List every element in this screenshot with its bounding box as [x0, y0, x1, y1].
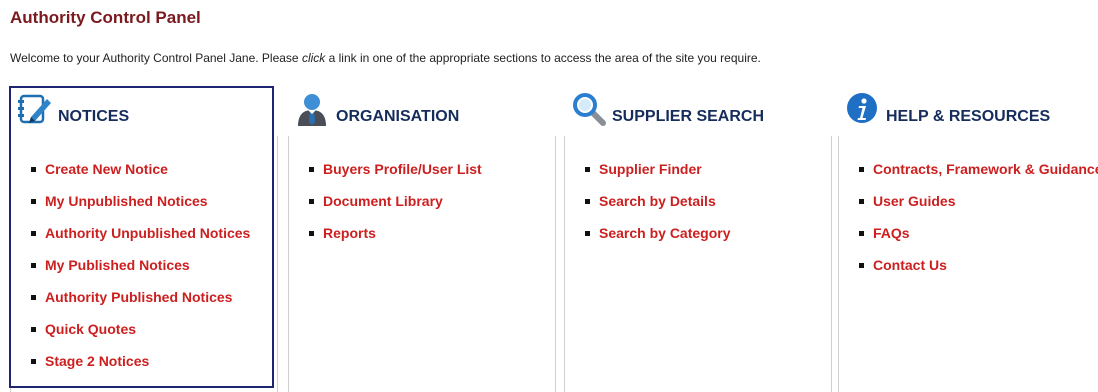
section-header-organisation: ORGANISATION — [288, 86, 556, 136]
link-list-organisation: Buyers Profile/User List Document Librar… — [289, 136, 555, 244]
list-item: FAQs — [857, 222, 1098, 244]
link-reports[interactable]: Reports — [323, 225, 376, 241]
links-panel-organisation: Buyers Profile/User List Document Librar… — [288, 136, 556, 392]
welcome-text-end: a link in one of the appropriate section… — [325, 51, 761, 65]
list-item: User Guides — [857, 190, 1098, 212]
list-item: Contact Us — [857, 254, 1098, 276]
section-header-help-resources: HELP & RESOURCES — [838, 86, 1098, 136]
link-contracts-framework-guidance[interactable]: Contracts, Framework & Guidance — [873, 161, 1098, 177]
welcome-message: Welcome to your Authority Control Panel … — [10, 51, 761, 65]
section-header-supplier-search: SUPPLIER SEARCH — [564, 86, 832, 136]
section-title-supplier-search: SUPPLIER SEARCH — [612, 108, 765, 125]
link-faqs[interactable]: FAQs — [873, 225, 910, 241]
list-item: Search by Category — [583, 222, 834, 244]
link-contact-us[interactable]: Contact Us — [873, 257, 947, 273]
links-panel-help-resources: Contracts, Framework & Guidance User Gui… — [838, 136, 1098, 392]
list-item: Buyers Profile/User List — [307, 158, 558, 180]
list-item: Contracts, Framework & Guidance — [857, 158, 1098, 180]
link-search-by-details[interactable]: Search by Details — [599, 193, 716, 209]
person-icon — [296, 92, 330, 126]
section-organisation: ORGANISATION Buyers Profile/User List Do… — [288, 86, 556, 392]
section-help-resources: HELP & RESOURCES Contracts, Framework & … — [838, 86, 1098, 392]
list-item: Search by Details — [583, 190, 834, 212]
magnifier-icon — [572, 92, 606, 126]
welcome-text-start: Welcome to your Authority Control Panel … — [10, 51, 302, 65]
link-list-supplier-search: Supplier Finder Search by Details Search… — [565, 136, 831, 244]
info-icon — [846, 92, 880, 126]
list-item: Document Library — [307, 190, 558, 212]
notices-highlight-border — [9, 86, 274, 388]
links-panel-supplier-search: Supplier Finder Search by Details Search… — [564, 136, 832, 392]
link-user-guides[interactable]: User Guides — [873, 193, 955, 209]
section-supplier-search: SUPPLIER SEARCH Supplier Finder Search b… — [564, 86, 832, 392]
link-list-help-resources: Contracts, Framework & Guidance User Gui… — [839, 136, 1098, 276]
section-title-organisation: ORGANISATION — [336, 108, 460, 125]
welcome-text-emphasis: click — [301, 51, 326, 65]
link-document-library[interactable]: Document Library — [323, 193, 443, 209]
list-item: Supplier Finder — [583, 158, 834, 180]
list-item: Reports — [307, 222, 558, 244]
link-buyers-profile[interactable]: Buyers Profile/User List — [323, 161, 482, 177]
link-supplier-finder[interactable]: Supplier Finder — [599, 161, 702, 177]
section-title-help-resources: HELP & RESOURCES — [886, 108, 1051, 125]
page-title: Authority Control Panel — [10, 8, 201, 27]
link-search-by-category[interactable]: Search by Category — [599, 225, 731, 241]
